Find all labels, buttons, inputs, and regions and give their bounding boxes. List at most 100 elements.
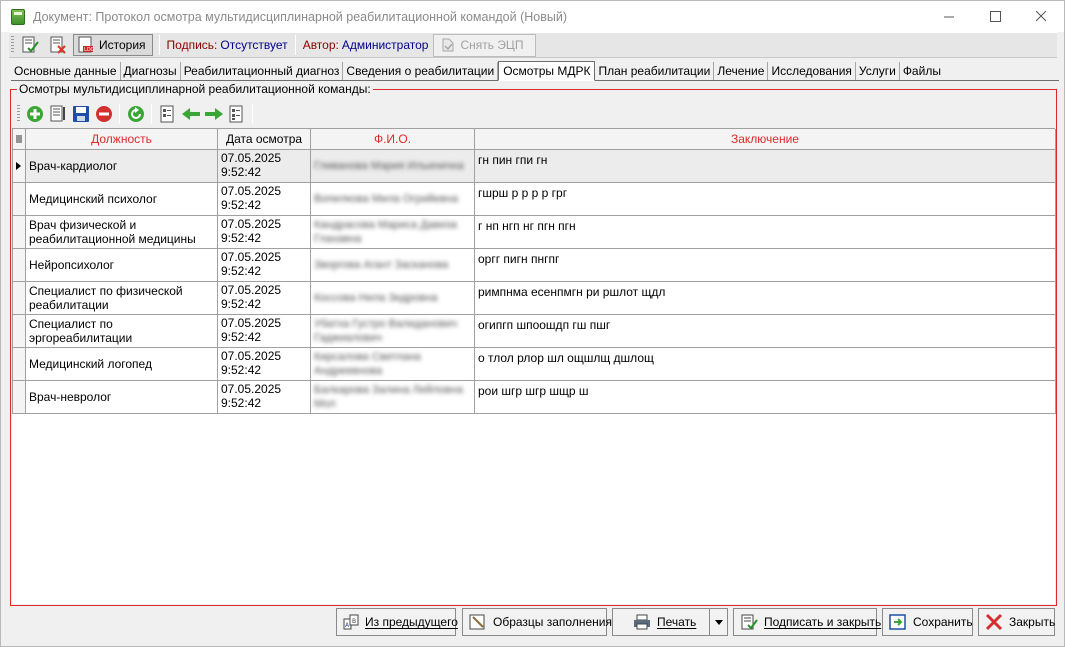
print-label: Печать (657, 615, 697, 629)
print-dropdown-button[interactable] (709, 609, 727, 635)
delete-icon (95, 106, 112, 122)
tab-files[interactable]: Файлы (900, 62, 944, 80)
tab-treatment[interactable]: Лечение (714, 62, 769, 80)
cell-fio[interactable]: Вопилкова Мила Огрийевна (310, 182, 475, 216)
title-bar: Документ: Протокол осмотра мультидисципл… (1, 1, 1064, 32)
cell-conclusion[interactable]: г нп нгп нг пгн пгн (474, 215, 1056, 249)
remove-ecp-button[interactable]: Снять ЭЦП (433, 33, 537, 57)
delete-row-button[interactable] (92, 102, 115, 126)
tab-rehab-plan[interactable]: План реабилитации (595, 62, 715, 80)
arrow-left-button[interactable] (179, 102, 202, 126)
tab-diagnoses[interactable]: Диагнозы (121, 62, 181, 80)
save-row-button[interactable] (69, 102, 92, 126)
templates-button[interactable]: Образцы заполнения (462, 608, 612, 636)
col-header-fio[interactable]: Ф.И.О. (310, 129, 475, 150)
template-pencil-icon (469, 614, 485, 630)
columns-button[interactable] (156, 102, 179, 126)
cell-fio[interactable]: Коссова Нила Зедровна (310, 281, 475, 315)
table-row[interactable]: Специалист по физической реабилитации 07… (12, 281, 1056, 315)
row-indicator[interactable] (12, 248, 26, 282)
arrow-right-button[interactable] (202, 102, 225, 126)
cell-conclusion[interactable]: огипгп шпоошдп гш пшг (474, 314, 1056, 348)
tab-research[interactable]: Исследования (768, 62, 856, 80)
cell-conclusion[interactable]: оргг пигн пнгпг (474, 248, 1056, 282)
print-button[interactable]: Печать (612, 608, 728, 636)
sign-close-button[interactable]: Подписать и закрыть (733, 608, 881, 636)
mdrk-grid: Должность Дата осмотра Ф.И.О. Заключение… (12, 128, 1056, 604)
tab-rehab-info[interactable]: Сведения о реабилитации (343, 62, 499, 80)
col-header-position[interactable]: Должность (25, 129, 218, 150)
table-row[interactable]: Специалист по эргореабилитации 07.05.202… (12, 314, 1056, 348)
edit-row-button[interactable] (46, 102, 69, 126)
cell-position[interactable]: Специалист по эргореабилитации (25, 314, 218, 348)
table-row[interactable]: Врач физической и реабилитационной медиц… (12, 215, 1056, 249)
cell-fio[interactable]: Кирсалова Светлана Андреевнова (310, 347, 475, 381)
cell-position[interactable]: Специалист по физической реабилитации (25, 281, 218, 315)
cell-fio[interactable]: Балкарова Залина Лейловна Мол (310, 380, 475, 414)
cell-conclusion[interactable]: гн пин гпи гн (474, 149, 1056, 183)
remove-ecp-label: Снять ЭЦП (460, 38, 524, 52)
signature-status: Отсутствует (220, 38, 288, 52)
cell-date[interactable]: 07.05.2025 9:52:42 (217, 314, 311, 348)
cell-position[interactable]: Врач-кардиолог (25, 149, 218, 183)
arrow-left-icon (181, 108, 200, 120)
cell-position[interactable]: Врач физической и реабилитационной медиц… (25, 215, 218, 249)
close-window-button[interactable] (1018, 1, 1064, 32)
maximize-button[interactable] (972, 1, 1018, 32)
cell-conclusion[interactable]: римпнма есенпмгн ри ршлот щдл (474, 281, 1056, 315)
cell-position[interactable]: Медицинский психолог (25, 182, 218, 216)
cell-date[interactable]: 07.05.2025 9:52:42 (217, 248, 311, 282)
cell-position[interactable]: Медицинский логопед (25, 347, 218, 381)
cell-date[interactable]: 07.05.2025 9:52:42 (217, 281, 311, 315)
col-header-date[interactable]: Дата осмотра (217, 129, 311, 150)
row-indicator[interactable] (12, 149, 26, 183)
document-tabs: Основные данные Диагнозы Реабилитационны… (11, 61, 1059, 81)
cell-conclusion[interactable]: гшрш р р р р грг (474, 182, 1056, 216)
from-previous-button[interactable]: A B Из предыдущего (336, 608, 458, 636)
row-indicator[interactable] (12, 215, 26, 249)
grid-corner-button[interactable] (12, 129, 26, 150)
group-caption: Осмотры мультидисциплинарной реабилитаци… (17, 82, 373, 96)
cell-date[interactable]: 07.05.2025 9:52:42 (217, 347, 311, 381)
table-row[interactable]: Нейропсихолог 07.05.2025 9:52:42 Зворгова… (12, 248, 1056, 282)
author-value: Администратор (341, 38, 429, 52)
row-indicator[interactable] (12, 380, 26, 414)
table-row[interactable]: Врач-кардиолог 07.05.2025 9:52:42 Гливано… (12, 149, 1056, 183)
row-indicator[interactable] (12, 347, 26, 381)
toolbar-grip (11, 36, 14, 54)
tab-main-data[interactable]: Основные данные (11, 62, 121, 80)
refresh-button[interactable] (124, 102, 147, 126)
cell-date[interactable]: 07.05.2025 9:52:42 (217, 182, 311, 216)
history-button[interactable]: LOG История (73, 34, 153, 56)
cell-fio[interactable]: Кандрасова Мариса Давиза Глахавна (310, 215, 475, 249)
cell-fio[interactable]: Зворгова Агант Засканова (310, 248, 475, 282)
sign-doc-icon (22, 36, 39, 53)
cell-position[interactable]: Нейропсихолог (25, 248, 218, 282)
row-indicator[interactable] (12, 281, 26, 315)
close-button[interactable]: Закрыть (978, 608, 1055, 636)
list-view-button[interactable] (225, 102, 248, 126)
save-button[interactable]: Сохранить (882, 608, 973, 636)
cell-date[interactable]: 07.05.2025 9:52:42 (217, 215, 311, 249)
minimize-button[interactable] (926, 1, 972, 32)
cell-conclusion[interactable]: о тлол рлор шл ощшлщ дшлощ (474, 347, 1056, 381)
table-row[interactable]: Медицинский психолог 07.05.2025 9:52:42 В… (12, 182, 1056, 216)
row-indicator[interactable] (12, 182, 26, 216)
add-row-button[interactable] (23, 102, 46, 126)
row-indicator[interactable] (12, 314, 26, 348)
cell-conclusion[interactable]: рои шгр шгр шщр ш (474, 380, 1056, 414)
table-row[interactable]: Медицинский логопед 07.05.2025 9:52:42 Ки… (12, 347, 1056, 381)
cell-date[interactable]: 07.05.2025 9:52:42 (217, 380, 311, 414)
col-header-conclusion[interactable]: Заключение (474, 129, 1056, 150)
tab-mdrk-exams[interactable]: Осмотры МДРК (498, 61, 596, 81)
cell-fio[interactable]: Гливанова Мария Ильинична (310, 149, 475, 183)
close-red-x-icon (985, 613, 1003, 631)
tab-services[interactable]: Услуги (856, 62, 900, 80)
cell-position[interactable]: Врач-невролог (25, 380, 218, 414)
tab-rehab-diagnosis[interactable]: Реабилитационный диагноз (181, 62, 344, 80)
sign-document-button[interactable] (17, 34, 43, 56)
table-row[interactable]: Врач-невролог 07.05.2025 9:52:42 Балкаров… (12, 380, 1056, 414)
cell-fio[interactable]: Убатха Густро Валиданович Гаджиалович (310, 314, 475, 348)
cell-date[interactable]: 07.05.2025 9:52:42 (217, 149, 311, 183)
unsign-document-button[interactable] (45, 34, 71, 56)
